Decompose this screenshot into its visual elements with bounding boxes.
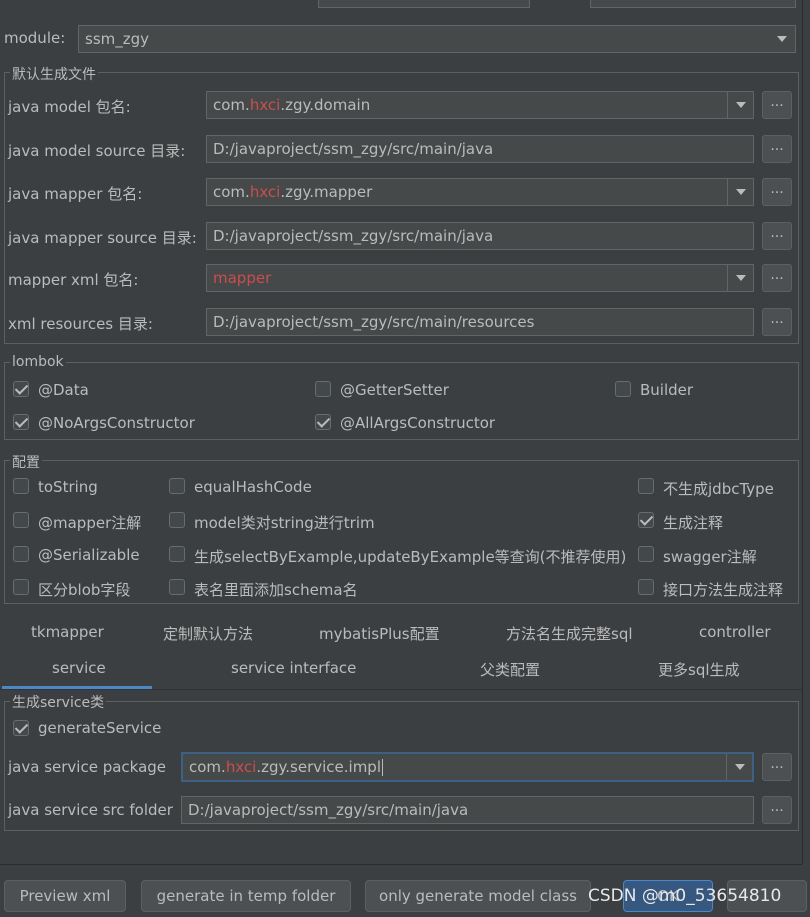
config-title: 配置 (10, 452, 42, 472)
bottom-divider (0, 864, 802, 865)
text-cursor (382, 759, 383, 776)
right-divider (802, 0, 803, 864)
model-source-field[interactable]: D:/javaproject/ssm_zgy/src/main/java (206, 135, 754, 163)
comment-label: 生成注释 (663, 514, 724, 532)
top-field-partial-2[interactable] (590, 0, 796, 8)
no-args-checkbox[interactable] (13, 414, 29, 430)
chevron-down-icon[interactable] (726, 754, 752, 780)
mapper-annotation-checkbox[interactable] (13, 512, 29, 528)
tostring-label: toString (38, 478, 98, 496)
interface-comment-label: 接口方法生成注释 (663, 581, 784, 599)
service-folder-label: java service src folder (8, 801, 173, 819)
trim-checkbox[interactable] (169, 512, 185, 528)
no-jdbctype-checkbox[interactable] (638, 478, 654, 494)
no-jdbctype-label: 不生成jdbcType (663, 480, 774, 498)
generate-service-label: generateService (38, 719, 162, 737)
watermark: CSDN @m0_53654810 (588, 886, 782, 906)
module-select[interactable]: ssm_zgy (78, 25, 796, 53)
module-label: module: (4, 29, 66, 47)
comment-checkbox[interactable] (638, 512, 654, 528)
chevron-down-icon[interactable] (727, 265, 753, 291)
schema-checkbox[interactable] (169, 579, 185, 595)
preview-xml-button[interactable]: Preview xml (4, 880, 126, 912)
service-package-combo[interactable]: com.hxci.zgy.service.impl (181, 752, 754, 782)
browse-button[interactable]: ... (762, 178, 792, 206)
service-folder-field[interactable]: D:/javaproject/ssm_zgy/src/main/java (181, 796, 754, 824)
xml-resources-label: xml resources 目录: (8, 315, 153, 333)
service-group-title: 生成service类 (10, 692, 107, 712)
blob-checkbox[interactable] (13, 579, 29, 595)
chevron-down-icon[interactable] (769, 26, 795, 52)
browse-button[interactable]: ... (762, 91, 792, 119)
chevron-down-icon[interactable] (727, 92, 753, 118)
blob-label: 区分blob字段 (38, 581, 131, 599)
tab-tkmapper[interactable]: tkmapper (31, 623, 104, 641)
chevron-down-icon[interactable] (727, 179, 753, 205)
tab-mybatisplus[interactable]: mybatisPlus配置 (319, 623, 440, 644)
tab-parent-config[interactable]: 父类配置 (480, 659, 540, 680)
generate-temp-button[interactable]: generate in temp folder (141, 880, 351, 912)
mapper-xml-combo[interactable]: mapper (206, 264, 754, 292)
tab-service-interface[interactable]: service interface (231, 659, 356, 677)
browse-button[interactable]: ... (762, 222, 792, 250)
mapper-xml-label: mapper xml 包名: (8, 271, 139, 289)
mapper-source-label: java mapper source 目录: (8, 229, 197, 247)
tab-more-sql[interactable]: 更多sql生成 (658, 659, 740, 680)
no-args-label: @NoArgsConstructor (38, 414, 195, 432)
tab-controller[interactable]: controller (699, 623, 771, 641)
service-package-label: java service package (8, 758, 167, 776)
getter-setter-checkbox[interactable] (315, 381, 331, 397)
browse-button[interactable]: ... (762, 753, 792, 781)
model-package-label: java model 包名: (8, 98, 131, 116)
tab-full-sql[interactable]: 方法名生成完整sql (506, 623, 633, 644)
swagger-label: swagger注解 (663, 548, 757, 566)
xml-resources-field[interactable]: D:/javaproject/ssm_zgy/src/main/resource… (206, 308, 754, 336)
select-by-example-checkbox[interactable] (169, 546, 185, 562)
lombok-title: lombok (10, 354, 66, 370)
equalhashcode-label: equalHashCode (194, 478, 312, 496)
default-files-title: 默认生成文件 (10, 64, 98, 84)
select-by-example-label: 生成selectByExample,updateByExample等查询(不推荐… (194, 548, 627, 566)
builder-checkbox[interactable] (615, 381, 631, 397)
schema-label: 表名里面添加schema名 (194, 581, 358, 599)
model-package-combo[interactable]: com.hxci.zgy.domain (206, 91, 754, 119)
data-checkbox[interactable] (13, 381, 29, 397)
mapper-annotation-label: @mapper注解 (38, 514, 142, 532)
interface-comment-checkbox[interactable] (638, 579, 654, 595)
swagger-checkbox[interactable] (638, 546, 654, 562)
browse-button[interactable]: ... (762, 308, 792, 336)
getter-setter-label: @GetterSetter (340, 381, 449, 399)
tostring-checkbox[interactable] (13, 478, 29, 494)
model-source-label: java model source 目录: (8, 142, 186, 160)
tab-divider (0, 689, 802, 690)
generate-service-checkbox[interactable] (13, 720, 29, 736)
data-label: @Data (38, 381, 89, 399)
top-field-partial-1[interactable] (318, 0, 530, 8)
browse-button[interactable]: ... (762, 135, 792, 163)
all-args-label: @AllArgsConstructor (340, 414, 496, 432)
builder-label: Builder (640, 381, 694, 399)
mapper-source-field[interactable]: D:/javaproject/ssm_zgy/src/main/java (206, 222, 754, 250)
tab-service[interactable]: service (52, 659, 106, 677)
generate-model-only-button[interactable]: only generate model class (365, 880, 591, 912)
trim-label: model类对string进行trim (194, 514, 375, 532)
equalhashcode-checkbox[interactable] (169, 478, 185, 494)
browse-button[interactable]: ... (762, 796, 792, 824)
all-args-checkbox[interactable] (315, 414, 331, 430)
mapper-package-combo[interactable]: com.hxci.zgy.mapper (206, 178, 754, 206)
tab-custom-methods[interactable]: 定制默认方法 (163, 623, 253, 644)
browse-button[interactable]: ... (762, 264, 792, 292)
mapper-package-label: java mapper 包名: (8, 185, 143, 203)
serializable-checkbox[interactable] (13, 546, 29, 562)
serializable-label: @Serializable (38, 546, 140, 564)
